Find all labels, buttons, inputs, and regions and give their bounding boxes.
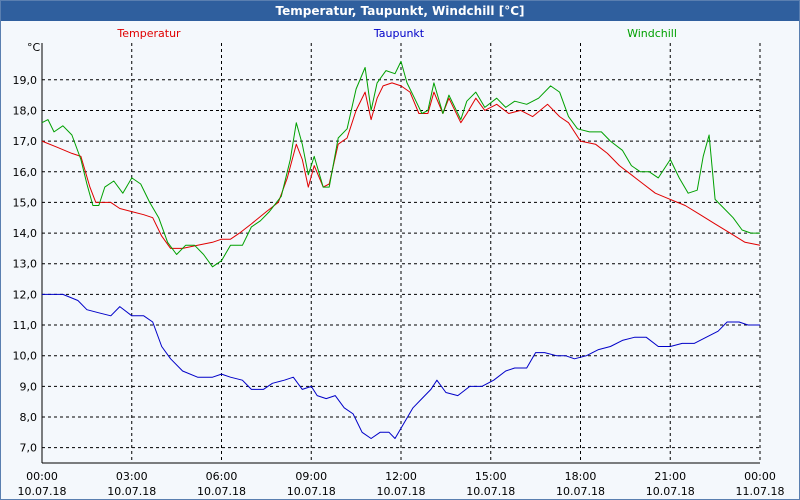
y-tick-label: 7,0 [20,442,38,455]
y-tick-label: 19,0 [13,74,38,87]
legend-label-taupunkt: Taupunkt [373,27,425,40]
x-tick-time-label: 00:00 [744,470,776,483]
legend-label-windchill: Windchill [627,27,677,40]
y-tick-label: 14,0 [13,227,38,240]
x-tick-time-label: 18:00 [565,470,597,483]
x-tick-date-label: 10.07.18 [287,485,336,498]
y-tick-label: 18,0 [13,104,38,117]
x-tick-time-label: 21:00 [654,470,686,483]
x-tick-date-label: 10.07.18 [18,485,67,498]
chart-canvas: 7,0 8,0 9,0 10,0 11,0 12,0 13,0 14,0 15,0 16,0 17,… [13,27,785,498]
y-tick-label: 11,0 [13,319,38,332]
x-tick-date-label: 10.07.18 [377,485,426,498]
y-tick-label: 16,0 [13,166,38,179]
x-tick-time-label: 15:00 [475,470,507,483]
chart-window: Temperatur, Taupunkt, Windchill [°C] 7,0… [0,0,800,500]
legend-label-temperatur: Temperatur [116,27,181,40]
x-tick-time-label: 00:00 [26,470,58,483]
x-tick-date-label: 11.07.18 [736,485,785,498]
y-tick-label: 13,0 [13,258,38,271]
y-tick-label: 8,0 [20,411,38,424]
y-tick-label: 15,0 [13,196,38,209]
x-tick-time-label: 06:00 [206,470,238,483]
x-tick-date-label: 10.07.18 [466,485,515,498]
x-tick-time-label: 09:00 [295,470,327,483]
y-tick-label: 17,0 [13,135,38,148]
y-tick-label: 10,0 [13,350,38,363]
x-tick-date-label: 10.07.18 [556,485,605,498]
x-tick-date-label: 10.07.18 [197,485,246,498]
y-axis-label: °C [27,41,41,54]
y-tick-label: 12,0 [13,288,38,301]
x-tick-time-label: 12:00 [385,470,417,483]
x-tick-date-label: 10.07.18 [107,485,156,498]
x-tick-time-label: 03:00 [116,470,148,483]
y-tick-label: 9,0 [20,380,38,393]
x-tick-date-label: 10.07.18 [646,485,695,498]
